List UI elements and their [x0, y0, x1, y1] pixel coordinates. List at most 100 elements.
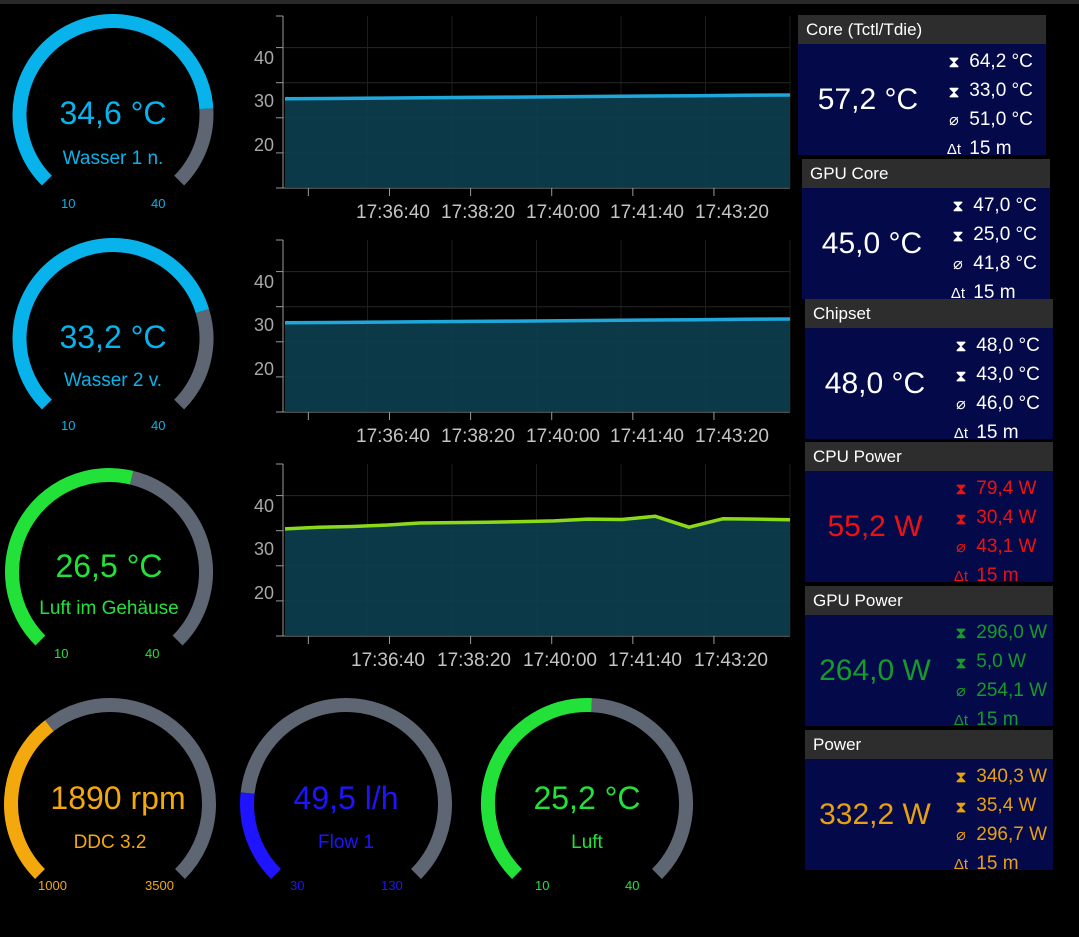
panel-body: 57,2 °C ⧗ 64,2 °C ⧗ 33,0 °C ⌀ 51,0 °C Δt…	[798, 44, 1046, 159]
x-tick-label: 17:43:20	[695, 202, 769, 223]
panel-current-value: 45,0 °C	[821, 227, 923, 260]
gauge-value: 49,5 l/h	[293, 780, 399, 816]
panel-body: 332,2 W ⧗ 340,3 W ⧗ 35,4 W ⌀ 296,7 W Δt …	[805, 759, 1053, 874]
gauge-value: 34,6 °C	[59, 95, 167, 131]
gauge-ddc-pump: 1890 rpm DDC 3.2 1000 3500	[0, 696, 220, 912]
gauge-min: 10	[61, 196, 76, 211]
gauge-max: 40	[625, 878, 640, 893]
stat-avg: ⌀ 296,7 W	[951, 821, 1047, 850]
x-tick-label: 17:43:20	[695, 426, 769, 447]
chart-wasser-1: 40 30 20 17:36:40 17:38:20 17:40:00 17:4…	[250, 12, 795, 237]
x-tick-label: 17:41:40	[608, 650, 682, 671]
average-icon: ⌀	[949, 112, 959, 129]
gauge-value: 1890 rpm	[50, 780, 186, 816]
stat-min: ⧗ 35,4 W	[951, 792, 1047, 821]
gauge-value: 33,2 °C	[59, 319, 167, 355]
x-tick-label: 17:38:20	[441, 202, 515, 223]
x-tick-label: 17:38:20	[441, 426, 515, 447]
series-area	[285, 319, 790, 412]
stat-min: ⧗ 5,0 W	[951, 648, 1047, 677]
panel-title: GPU Power	[805, 586, 1053, 615]
chart-plot	[276, 239, 791, 420]
stat-avg: ⌀ 51,0 °C	[944, 106, 1033, 135]
stat-avg: ⌀ 41,8 °C	[948, 250, 1037, 279]
gauge-value: 25,2 °C	[533, 780, 641, 816]
panel-stats: ⧗ 64,2 °C ⧗ 33,0 °C ⌀ 51,0 °C Δt 15 m	[944, 48, 1033, 164]
panel-stats: ⧗ 79,4 W ⧗ 30,4 W ⌀ 43,1 W Δt 15 m	[951, 475, 1037, 591]
stat-min: ⧗ 30,4 W	[951, 504, 1036, 533]
panel-stats: ⧗ 340,3 W ⧗ 35,4 W ⌀ 296,7 W Δt 15 m	[951, 763, 1047, 879]
gauge-luft: 25,2 °C Luft 10 40	[474, 696, 700, 912]
x-tick-label: 17:36:40	[356, 202, 430, 223]
stat-max: ⧗ 64,2 °C	[944, 48, 1032, 77]
gauge-wasser-2: 33,2 °C Wasser 2 v. 10 40	[0, 236, 226, 441]
series-area	[285, 95, 790, 188]
x-tick-label: 17:36:40	[351, 650, 425, 671]
y-tick-label: 30	[253, 91, 274, 111]
stat-avg: ⌀ 46,0 °C	[951, 390, 1040, 419]
panel-title: Chipset	[805, 299, 1053, 328]
gauge-label: DDC 3.2	[73, 832, 147, 853]
gauge-wasser-1: 34,6 °C Wasser 1 n. 10 40	[0, 12, 226, 217]
series-area	[285, 516, 790, 636]
panel-title: GPU Core	[802, 159, 1050, 188]
min-hourglass-icon: ⧗	[948, 84, 960, 101]
panel-body: 48,0 °C ⧗ 48,0 °C ⧗ 43,0 °C ⌀ 46,0 °C Δt…	[805, 328, 1053, 443]
max-hourglass-icon: ⧗	[948, 54, 960, 71]
gauge-label: Flow 1	[318, 832, 374, 853]
max-hourglass-icon: ⧗	[955, 769, 967, 786]
stat-min: ⧗ 43,0 °C	[951, 361, 1039, 390]
max-hourglass-icon: ⧗	[952, 198, 964, 215]
chart-wasser-2: 40 30 20 17:36:40 17:38:20 17:40:00 17:4…	[250, 236, 795, 461]
panel-body: 264,0 W ⧗ 296,0 W ⧗ 5,0 W ⌀ 254,1 W Δt 1…	[805, 615, 1053, 730]
y-tick-label: 20	[253, 135, 274, 155]
panel-current-value: 264,0 W	[819, 654, 931, 687]
gauge-min: 1000	[38, 878, 67, 893]
sensor-panel-core: Core (Tctl/Tdie) 57,2 °C ⧗ 64,2 °C ⧗ 33,…	[798, 15, 1046, 159]
panel-stats: ⧗ 48,0 °C ⧗ 43,0 °C ⌀ 46,0 °C Δt 15 m	[951, 332, 1040, 448]
chart-plot	[276, 15, 791, 196]
x-tick-label: 17:41:40	[610, 202, 684, 223]
gauge-max: 40	[151, 196, 166, 211]
panel-current-value: 332,2 W	[819, 798, 931, 831]
x-tick-label: 17:41:40	[610, 426, 684, 447]
min-hourglass-icon: ⧗	[955, 368, 967, 385]
sensor-panel-gpu-core: GPU Core 45,0 °C ⧗ 47,0 °C ⧗ 25,0 °C ⌀ 4…	[802, 159, 1050, 303]
gauge-label: Wasser 1 n.	[62, 148, 164, 169]
average-icon: ⌀	[956, 827, 966, 844]
x-tick-label: 17:40:00	[526, 426, 600, 447]
panel-body: 55,2 W ⧗ 79,4 W ⧗ 30,4 W ⌀ 43,1 W Δt 15 …	[805, 471, 1053, 586]
x-tick-label: 17:43:20	[694, 650, 768, 671]
y-tick-label: 20	[253, 359, 274, 379]
panel-current-value: 55,2 W	[827, 510, 923, 543]
stat-min: ⧗ 33,0 °C	[944, 77, 1032, 106]
stat-max: ⧗ 47,0 °C	[948, 192, 1036, 221]
stat-delta-t: Δt 15 m	[951, 850, 1047, 879]
stat-avg: ⌀ 43,1 W	[951, 533, 1036, 562]
min-hourglass-icon: ⧗	[955, 511, 967, 528]
delta-t-icon: Δt	[953, 856, 969, 873]
stat-avg: ⌀ 254,1 W	[951, 677, 1047, 706]
max-hourglass-icon: ⧗	[955, 481, 967, 498]
x-tick-label: 17:40:00	[523, 650, 597, 671]
gauge-max: 40	[145, 646, 160, 661]
min-hourglass-icon: ⧗	[952, 228, 964, 245]
y-tick-label: 20	[253, 583, 274, 603]
chart-plot	[276, 463, 791, 644]
stat-min: ⧗ 25,0 °C	[948, 221, 1036, 250]
min-hourglass-icon: ⧗	[955, 799, 967, 816]
max-hourglass-icon: ⧗	[955, 625, 967, 642]
gauge-value: 26,5 °C	[55, 548, 163, 584]
gauge-min: 10	[54, 646, 69, 661]
gauge-max: 130	[381, 878, 403, 893]
gauge-min: 10	[61, 418, 76, 433]
panel-title: CPU Power	[805, 442, 1053, 471]
stat-max: ⧗ 48,0 °C	[951, 332, 1039, 361]
y-tick-label: 30	[253, 539, 274, 559]
x-tick-label: 17:40:00	[526, 202, 600, 223]
gauge-flow-1: 49,5 l/h Flow 1 30 130	[233, 696, 459, 912]
gauge-min: 30	[290, 878, 305, 893]
gauge-max: 3500	[145, 878, 174, 893]
panel-stats: ⧗ 296,0 W ⧗ 5,0 W ⌀ 254,1 W Δt 15 m	[951, 619, 1047, 735]
average-icon: ⌀	[956, 539, 966, 556]
